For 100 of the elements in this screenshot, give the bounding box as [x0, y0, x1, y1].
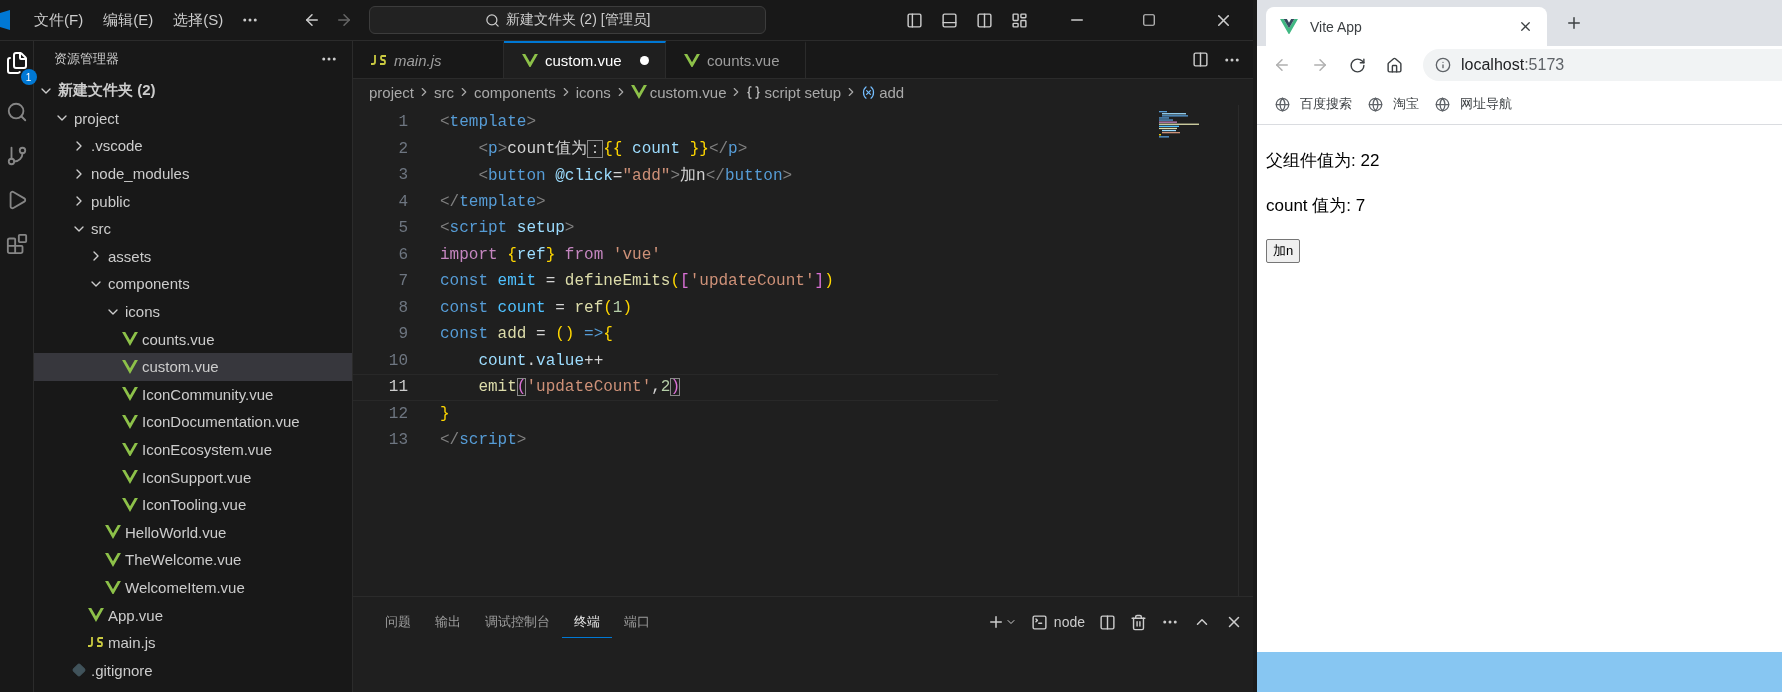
panel-tab[interactable]: 端口 [612, 606, 662, 638]
folder-item[interactable]: public [34, 187, 352, 215]
breadcrumb-item[interactable]: add [879, 83, 905, 101]
vue-file-icon [122, 414, 138, 429]
line-number: 11 [387, 378, 409, 397]
vue-file-icon [122, 332, 138, 347]
vue-file-icon [88, 608, 104, 623]
command-center-text: 新建文件夹 (2) [管理员] [505, 11, 651, 29]
line-number: 10 [387, 351, 409, 370]
folder-item[interactable]: assets [34, 242, 352, 271]
breadcrumb-item[interactable]: src [434, 83, 455, 101]
file-item[interactable]: WelcomeItem.vue [34, 573, 352, 602]
folder-item[interactable]: src [34, 214, 352, 243]
split-terminal-icon[interactable] [1099, 613, 1116, 631]
source-control-icon[interactable] [5, 145, 28, 167]
customize-layout-icon[interactable] [1011, 11, 1028, 29]
close-icon[interactable] [1518, 19, 1533, 34]
line-number: 1 [397, 113, 409, 132]
browser-tab[interactable]: Vite App [1266, 7, 1547, 46]
maximize-icon[interactable] [1142, 13, 1156, 27]
terminal-icon [1030, 613, 1048, 631]
menu-item[interactable]: 选择(S) [163, 10, 234, 30]
file-item[interactable]: main.js [34, 628, 352, 657]
search-icon[interactable] [5, 101, 28, 123]
file-item[interactable]: App.vue [34, 601, 352, 629]
code-line: </template> [440, 192, 546, 211]
url-text: localhost:5173 [1461, 56, 1565, 74]
toggle-panel-icon[interactable] [941, 11, 958, 29]
breadcrumb-item[interactable]: project [369, 83, 415, 101]
panel-tab[interactable]: 终端 [562, 606, 612, 638]
reload-icon[interactable] [1349, 56, 1366, 74]
code-line: <script setup> [440, 219, 575, 238]
editor-tab[interactable]: custom.vue [504, 41, 666, 78]
vue-file-icon [122, 359, 138, 374]
line-number: 8 [397, 298, 409, 317]
vue-file-icon [105, 525, 121, 540]
files-icon[interactable] [4, 51, 29, 75]
vue-file-icon [122, 470, 138, 485]
split-layout-icon[interactable] [976, 11, 993, 29]
toggle-sidebar-icon[interactable] [906, 11, 923, 29]
code-line: <button @click="add">加n</button> [477, 165, 793, 186]
menu-item[interactable]: 文件(F) [24, 10, 94, 30]
page-text: count 值为: 7 [1266, 195, 1367, 217]
vue-file-icon [122, 442, 138, 457]
panel-tab[interactable]: 输出 [423, 606, 473, 638]
globe-icon [1435, 96, 1450, 112]
file-item[interactable]: IconEcosystem.vue [34, 435, 352, 464]
vue-file-icon [522, 53, 538, 68]
code-line: const add = () =>{ [440, 325, 613, 344]
variable-icon [861, 84, 877, 100]
line-number: 9 [397, 325, 409, 344]
braces-icon [746, 84, 762, 100]
line-number: 12 [387, 404, 409, 423]
file-item[interactable]: custom.vue [34, 352, 352, 381]
file-item[interactable]: HelloWorld.vue [34, 518, 352, 547]
new-tab-icon[interactable] [1565, 14, 1583, 32]
command-center[interactable]: 新建文件夹 (2) [管理员] [369, 6, 767, 34]
file-item[interactable]: IconDocumentation.vue [34, 408, 352, 436]
code-line: <p>count值为：{{ count }}</p> [477, 139, 748, 160]
address-bar[interactable]: localhost:5173 [1423, 49, 1782, 81]
code-line: const emit = defineEmits(['updateCount']) [440, 272, 834, 291]
code-line: } [440, 404, 450, 423]
file-item[interactable]: IconCommunity.vue [34, 380, 352, 409]
folder-item[interactable]: project [34, 104, 352, 133]
file-item[interactable]: counts.vue [34, 325, 352, 353]
add-button[interactable]: 加n [1266, 239, 1301, 263]
bookmark[interactable]: 百度搜索 [1275, 95, 1352, 113]
page-text: 父组件值为: 22 [1266, 150, 1381, 172]
info-icon [1435, 57, 1451, 73]
home-icon[interactable] [1386, 56, 1403, 74]
folder-item[interactable]: node_modules [34, 159, 352, 188]
file-item[interactable]: TheWelcome.vue [34, 546, 352, 574]
split-editor-icon[interactable] [1192, 51, 1209, 68]
code-line: </script> [440, 431, 527, 450]
folder-item[interactable]: components [34, 270, 352, 298]
panel-tab[interactable]: 调试控制台 [473, 606, 562, 638]
line-number: 3 [397, 166, 409, 185]
unsaved-dot [640, 56, 649, 65]
breadcrumb-item[interactable]: custom.vue [649, 83, 727, 101]
terminal-selector[interactable]: node [1030, 613, 1085, 631]
file-item[interactable]: .gitignore [34, 656, 352, 685]
folder-item[interactable]: icons [34, 297, 352, 326]
bookmark[interactable]: 网址导航 [1435, 95, 1512, 113]
vue-file-icon [105, 580, 121, 595]
bookmark[interactable]: 淘宝 [1368, 95, 1419, 113]
notification-badge: 1 [20, 69, 37, 85]
code-line: emit('updateCount',2) [477, 378, 681, 397]
panel-tab[interactable]: 问题 [373, 606, 423, 638]
vue-file-icon [122, 387, 138, 402]
workspace-header[interactable]: 新建文件夹 (2) [34, 77, 352, 105]
file-item[interactable]: IconSupport.vue [34, 463, 352, 491]
vue-file-icon [105, 552, 121, 567]
breadcrumb-item[interactable]: components [474, 83, 556, 101]
breadcrumb-item[interactable]: icons [575, 83, 611, 101]
menu-item[interactable]: 编辑(E) [93, 10, 164, 30]
breadcrumb-item[interactable]: script setup [764, 83, 842, 101]
file-item[interactable]: IconTooling.vue [34, 490, 352, 519]
trash-icon[interactable] [1130, 613, 1147, 631]
folder-item[interactable]: .vscode [34, 132, 352, 160]
extensions-icon[interactable] [5, 233, 28, 255]
